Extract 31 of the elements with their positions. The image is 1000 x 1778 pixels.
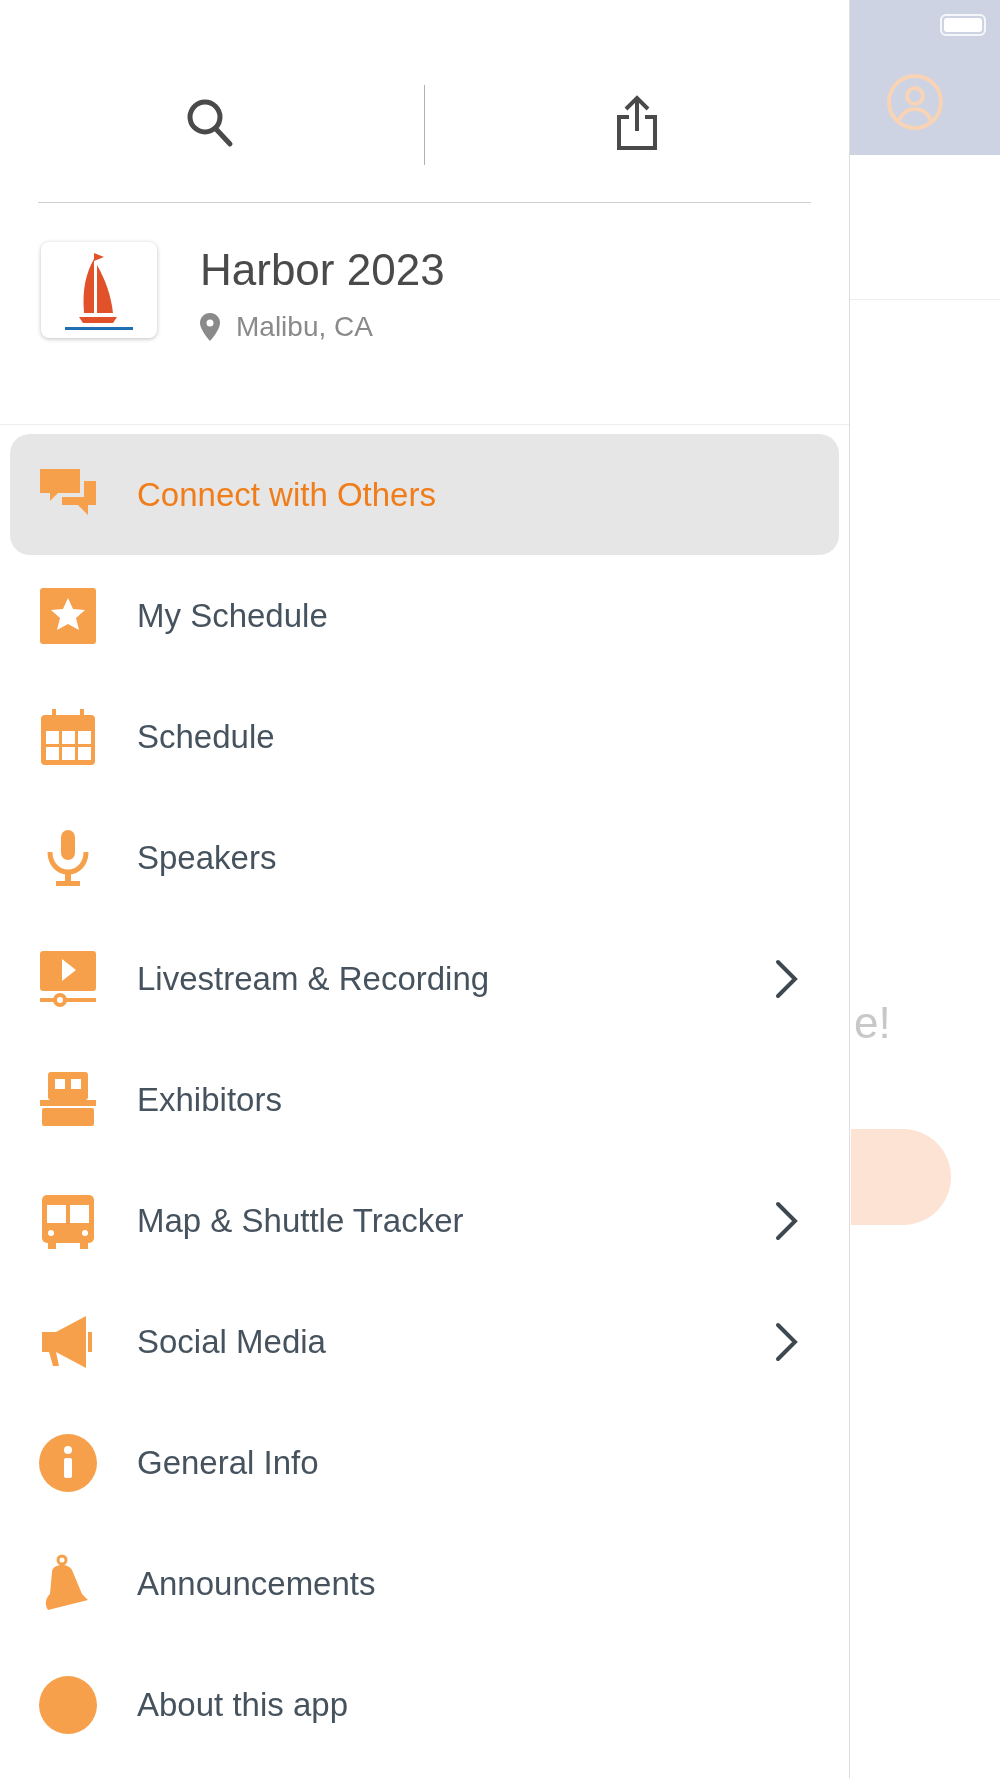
menu-label: Social Media: [137, 1321, 327, 1362]
battery-icon: [940, 14, 986, 36]
menu-label: Livestream & Recording: [137, 958, 491, 999]
menu-item[interactable]: General Info: [10, 1402, 839, 1523]
location-pin-icon: [200, 313, 220, 341]
menu-item[interactable]: My Schedule: [10, 555, 839, 676]
menu-item[interactable]: Map & Shuttle Tracker: [10, 1160, 839, 1281]
circle-icon: [38, 1674, 98, 1735]
menu-item[interactable]: Announcements: [10, 1523, 839, 1644]
search-icon[interactable]: [186, 98, 234, 150]
menu-label: Exhibitors: [137, 1079, 283, 1120]
menu-label: Announcements: [137, 1563, 377, 1604]
menu-item[interactable]: Exhibitors: [10, 1039, 839, 1160]
share-icon[interactable]: [616, 95, 658, 151]
event-location: Malibu, CA: [236, 310, 373, 344]
menu-item[interactable]: Speakers: [10, 797, 839, 918]
menu-label: My Schedule: [137, 595, 329, 636]
menu-label: Schedule: [137, 716, 276, 757]
calendar-icon: [38, 706, 98, 767]
video-player-icon: [38, 948, 98, 1009]
menu-item[interactable]: About this app: [10, 1644, 839, 1765]
info-icon: [38, 1432, 98, 1493]
menu-item[interactable]: Schedule: [10, 676, 839, 797]
menu-label: About this app: [137, 1684, 349, 1725]
menu-label: Connect with Others: [137, 474, 437, 515]
event-title: Harbor 2023: [200, 244, 445, 296]
menu-label: General Info: [137, 1442, 320, 1483]
menu-label: Speakers: [137, 837, 278, 878]
menu-label: Map & Shuttle Tracker: [137, 1200, 465, 1241]
menu-item[interactable]: Livestream & Recording: [10, 918, 839, 1039]
menu-item[interactable]: Social Media: [10, 1281, 839, 1402]
